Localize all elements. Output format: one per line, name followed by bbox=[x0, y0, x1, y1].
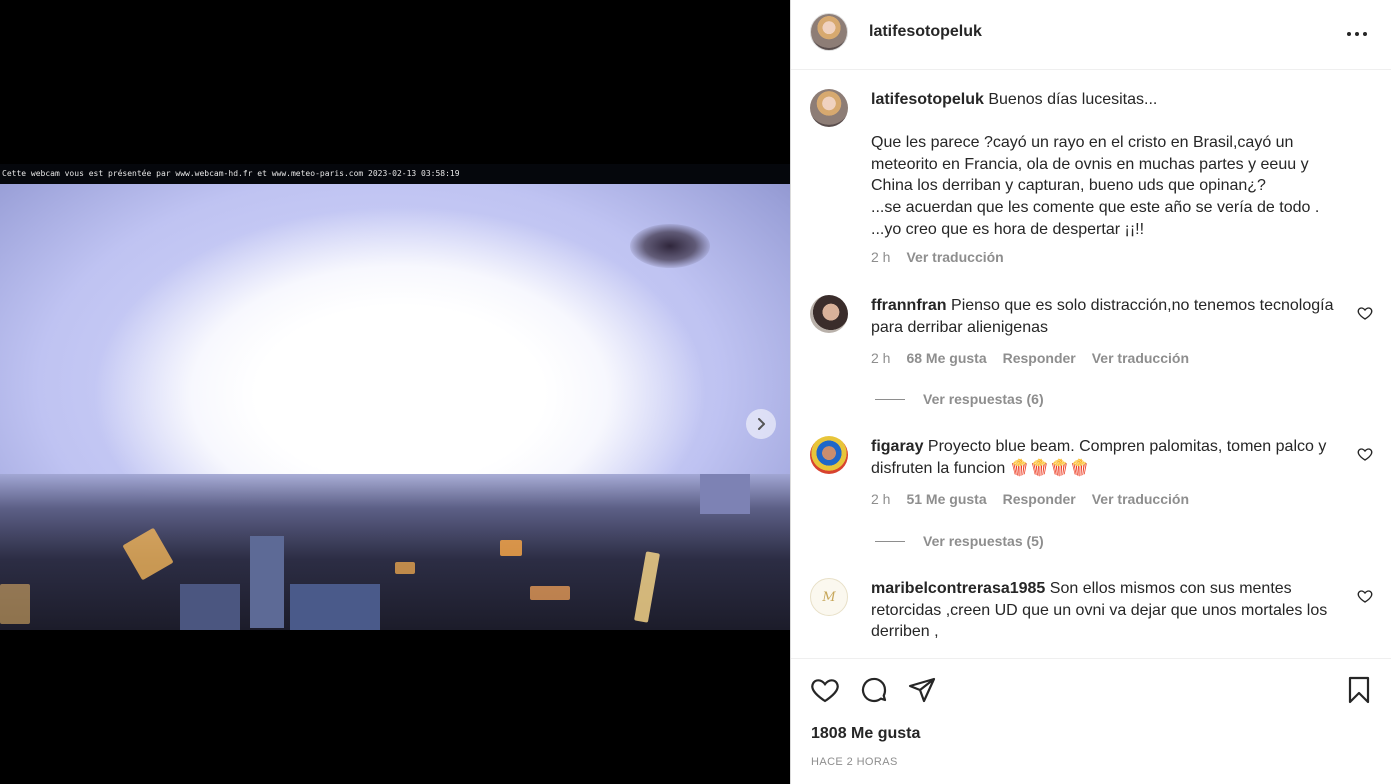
caption-line: China los derriban y capturan, bueno uds… bbox=[871, 177, 1266, 195]
caption-line: Que les parece ?cayó un rayo en el crist… bbox=[871, 134, 1294, 152]
post-actions: 1808 Me gusta HACE 2 HORAS bbox=[791, 658, 1391, 784]
comments-list[interactable]: latifesotopeluk Buenos días lucesitas...… bbox=[791, 70, 1391, 658]
comment-meta: 2 h 51 Me gusta Responder Ver traducción bbox=[871, 491, 1189, 507]
reply-button[interactable]: Responder bbox=[1003, 491, 1076, 507]
caption-translate-link[interactable]: Ver traducción bbox=[906, 249, 1003, 265]
reply-button[interactable]: Responder bbox=[1003, 350, 1076, 366]
comment-time[interactable]: 2 h bbox=[871, 350, 890, 366]
comment-username[interactable]: ffrannfran bbox=[871, 297, 947, 314]
post-side-panel: latifesotopeluk latifesotopeluk Buenos d… bbox=[790, 0, 1391, 784]
avatar[interactable] bbox=[810, 13, 848, 51]
caption-meta: 2 h Ver traducción bbox=[871, 249, 1004, 265]
dark-object bbox=[630, 224, 710, 268]
caption-first-line: Buenos días lucesitas... bbox=[988, 91, 1158, 108]
comment-body: maribelcontrerasa1985 Son ellos mismos c… bbox=[871, 578, 1341, 643]
comment-like-icon[interactable] bbox=[1357, 305, 1373, 321]
webcam-overlay-text: Cette webcam vous est présentée par www.… bbox=[0, 164, 790, 184]
post-timestamp[interactable]: HACE 2 HORAS bbox=[811, 756, 898, 768]
comment-time[interactable]: 2 h bbox=[871, 491, 890, 507]
more-options-icon bbox=[1347, 32, 1367, 36]
send-icon[interactable] bbox=[907, 675, 937, 705]
caption-line: meteorito en Francia, ola de ovnis en mu… bbox=[871, 155, 1309, 173]
caption-avatar[interactable] bbox=[810, 89, 848, 127]
more-options-button[interactable] bbox=[1343, 22, 1371, 46]
caption-line: ...se acuerdan que les comente que este … bbox=[871, 198, 1320, 216]
view-replies-button[interactable]: Ver respuestas (5) bbox=[875, 533, 1044, 549]
translate-link[interactable]: Ver traducción bbox=[1092, 350, 1189, 366]
view-replies-label: Ver respuestas (5) bbox=[923, 533, 1044, 549]
city-skyline bbox=[0, 474, 790, 630]
post-caption: latifesotopeluk Buenos días lucesitas...… bbox=[871, 89, 1341, 240]
comment-icon[interactable] bbox=[859, 675, 889, 705]
comment-like-icon[interactable] bbox=[1357, 446, 1373, 462]
comment-body: ffrannfran Pienso que es solo distracció… bbox=[871, 295, 1341, 338]
chevron-right-icon bbox=[758, 418, 765, 430]
translate-link[interactable]: Ver traducción bbox=[1092, 491, 1189, 507]
comment-likes[interactable]: 51 Me gusta bbox=[906, 491, 986, 507]
comment-meta: 2 h 68 Me gusta Responder Ver traducción bbox=[871, 350, 1189, 366]
next-media-button[interactable] bbox=[746, 409, 776, 439]
comment-body: figaray Proyecto blue beam. Compren palo… bbox=[871, 436, 1341, 479]
view-replies-label: Ver respuestas (6) bbox=[923, 391, 1044, 407]
caption-time[interactable]: 2 h bbox=[871, 249, 890, 265]
bookmark-icon[interactable] bbox=[1344, 675, 1374, 705]
comment-likes[interactable]: 68 Me gusta bbox=[906, 350, 986, 366]
comment-avatar[interactable] bbox=[810, 436, 848, 474]
comment-avatar[interactable] bbox=[810, 295, 848, 333]
post-author-username[interactable]: latifesotopeluk bbox=[869, 23, 982, 41]
comment-username[interactable]: figaray bbox=[871, 438, 923, 455]
caption-username[interactable]: latifesotopeluk bbox=[871, 91, 984, 108]
view-replies-button[interactable]: Ver respuestas (6) bbox=[875, 391, 1044, 407]
heart-icon[interactable] bbox=[810, 675, 840, 705]
comment-like-icon[interactable] bbox=[1357, 588, 1373, 604]
video-frame[interactable]: Cette webcam vous est présentée par www.… bbox=[0, 164, 790, 630]
comment-text: Proyecto blue beam. Compren palomitas, t… bbox=[871, 438, 1327, 477]
post-media: Cette webcam vous est présentée par www.… bbox=[0, 0, 790, 784]
likes-count[interactable]: 1808 Me gusta bbox=[811, 725, 920, 743]
caption-line: ...yo creo que es hora de despertar ¡¡!! bbox=[871, 220, 1145, 238]
post-header: latifesotopeluk bbox=[791, 0, 1391, 70]
comment-avatar[interactable]: M bbox=[810, 578, 848, 616]
comment-username[interactable]: maribelcontrerasa1985 bbox=[871, 580, 1045, 597]
replies-divider bbox=[875, 398, 905, 400]
replies-divider bbox=[875, 540, 905, 542]
